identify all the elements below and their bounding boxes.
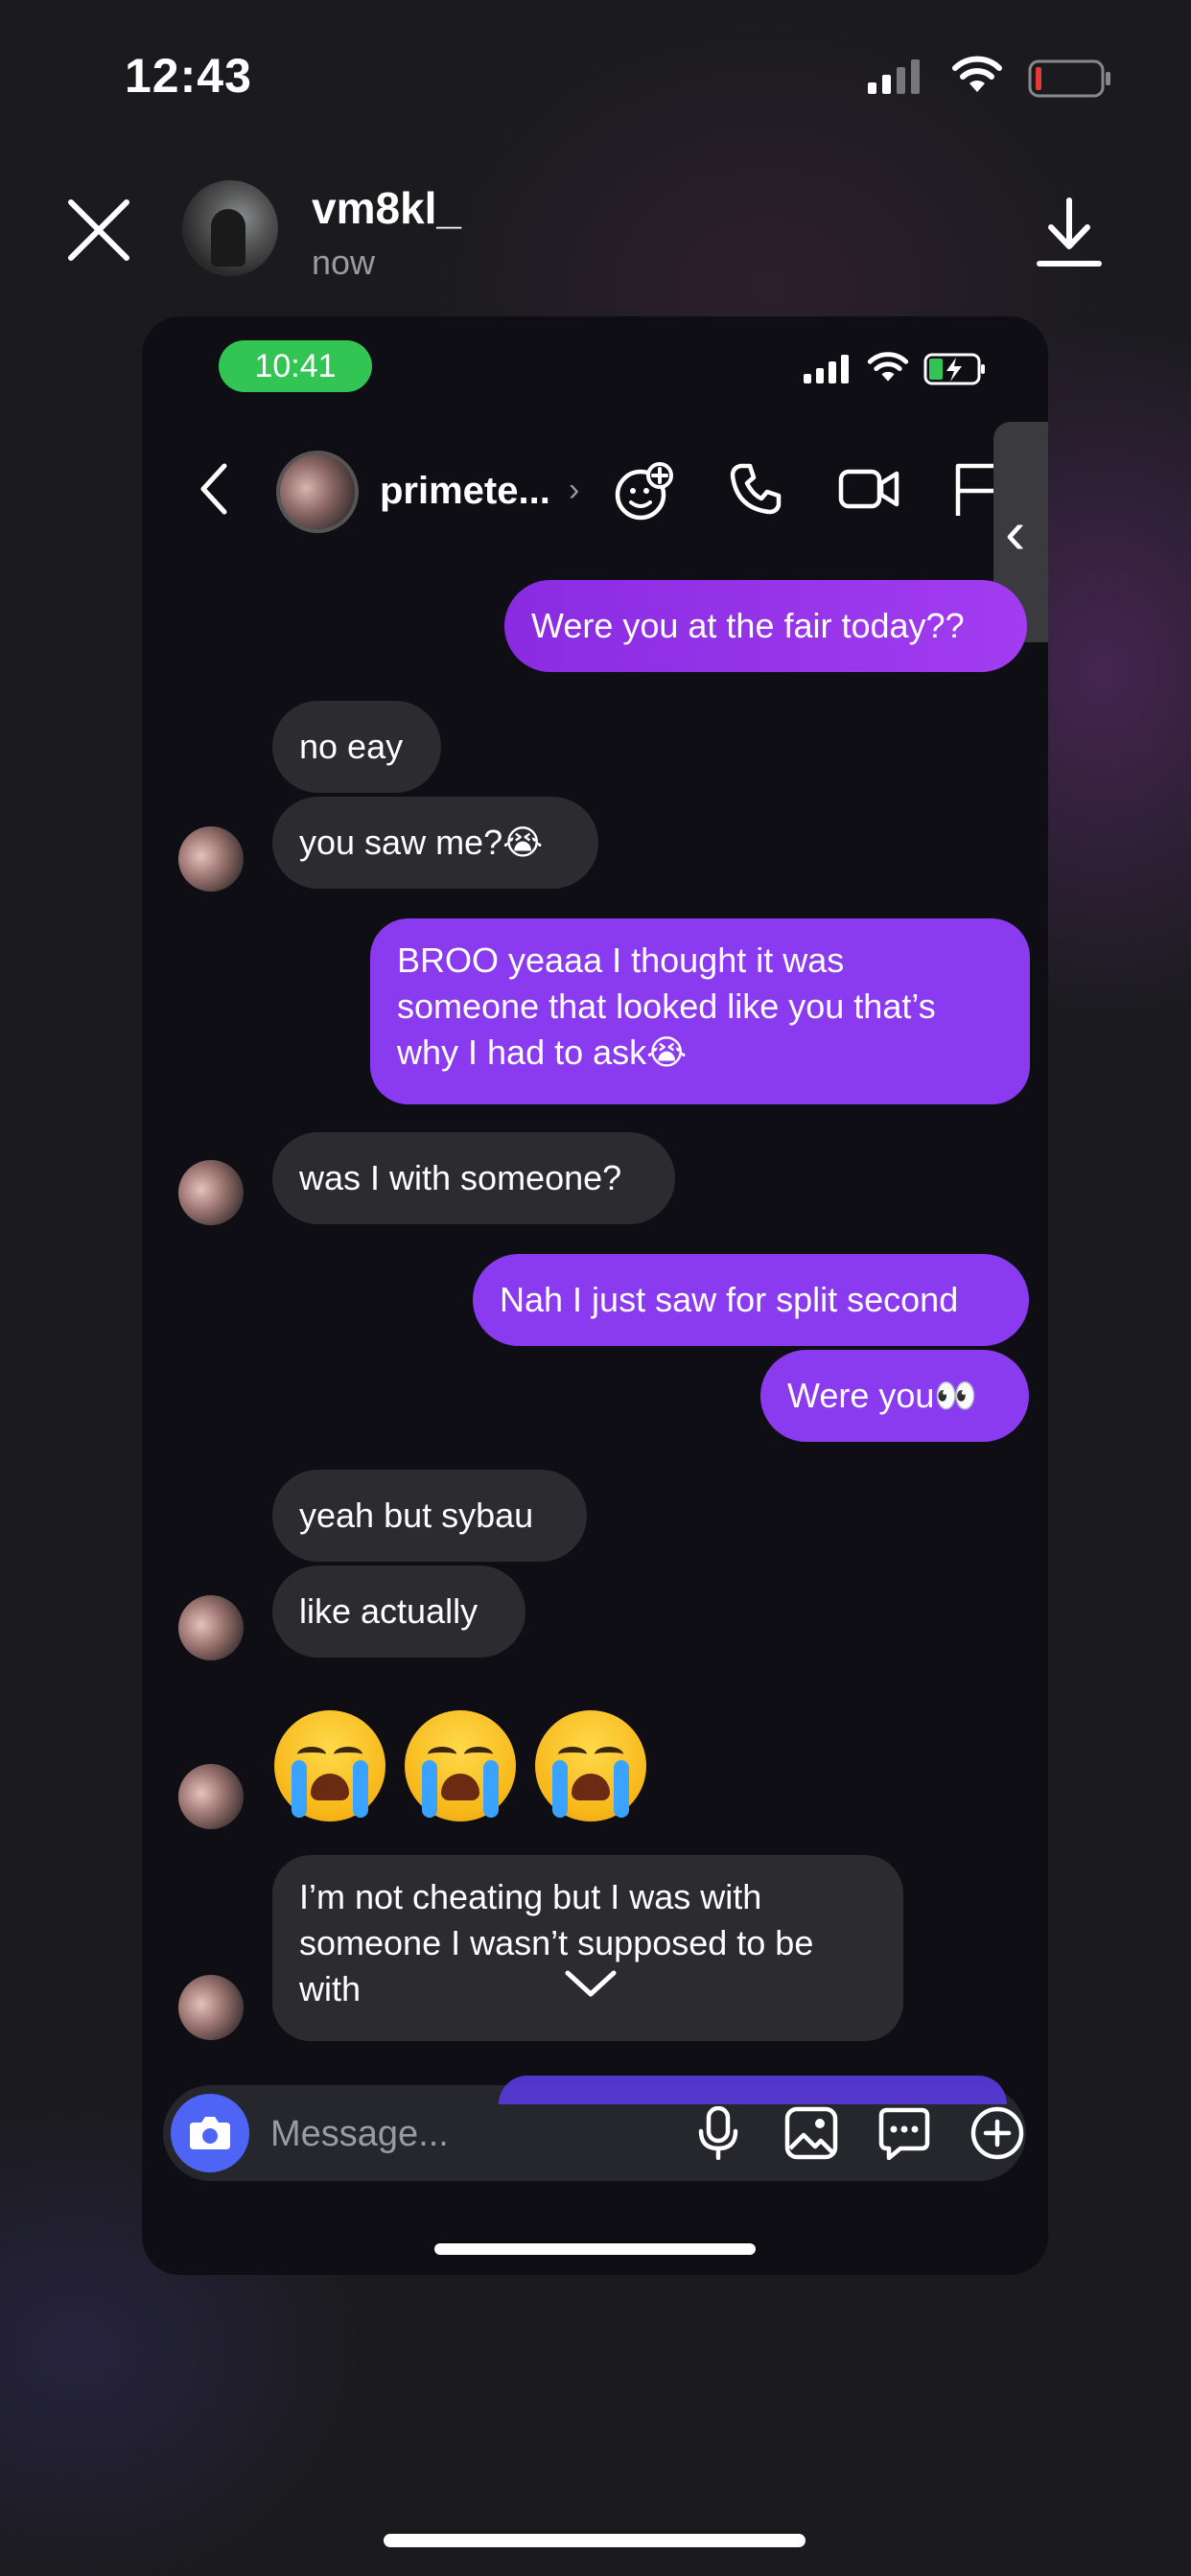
wifi-icon <box>952 56 1002 92</box>
status-bar: 12:43 <box>0 0 1191 153</box>
battery-icon <box>1028 59 1110 98</box>
chat-name[interactable]: primete... <box>380 470 550 513</box>
avatar <box>178 826 244 892</box>
message-line: someone I wasn’t supposed to be <box>299 1923 814 1962</box>
effects-icon[interactable] <box>612 460 675 523</box>
message-outgoing[interactable]: BROO yeaaa I thought it was someone that… <box>370 918 1030 1104</box>
message-incoming[interactable]: no eay <box>272 701 441 793</box>
scroll-down-icon[interactable] <box>562 1965 619 2000</box>
message-incoming[interactable]: like actually <box>272 1566 525 1658</box>
message-incoming[interactable]: yeah but sybau <box>272 1470 587 1562</box>
phone-icon[interactable] <box>727 460 784 518</box>
message-incoming[interactable]: was I with someone? <box>272 1132 675 1224</box>
message-incoming[interactable]: I’m not cheating but I was with someone … <box>272 1855 903 2041</box>
message-outgoing[interactable]: Were you👀 <box>760 1350 1029 1442</box>
message-line: I’m not cheating but I was with <box>299 1877 762 1916</box>
shared-screenshot: 10:41 primete... › ‹ Were you at the fai… <box>142 316 1048 2275</box>
chat-avatar[interactable] <box>276 451 359 533</box>
inner-status-time: 10:41 <box>219 340 372 392</box>
loudly-crying-face-icon <box>405 1710 516 1822</box>
camera-button[interactable] <box>171 2094 249 2172</box>
home-indicator <box>434 2243 756 2255</box>
signal-icon <box>804 355 849 383</box>
message-outgoing[interactable]: Nah I just saw for split second <box>473 1254 1029 1346</box>
avatar <box>178 1595 244 1660</box>
message-composer <box>163 2076 1026 2181</box>
wifi-icon <box>867 352 909 382</box>
back-icon[interactable] <box>196 462 230 516</box>
loudly-crying-face-icon <box>274 1710 385 1822</box>
message-outgoing[interactable]: Were you at the fair today?? <box>504 580 1027 672</box>
camera-icon <box>190 2117 230 2149</box>
video-icon[interactable] <box>837 460 900 518</box>
story-time: now <box>312 243 376 282</box>
message-line: someone that looked like you that’s <box>397 986 936 1026</box>
download-icon[interactable] <box>1036 197 1103 269</box>
avatar <box>178 1160 244 1225</box>
battery-charging-icon <box>923 353 985 385</box>
message-line: BROO yeaaa I thought it was <box>397 940 845 980</box>
plus-icon[interactable] <box>970 2106 1024 2160</box>
message-input[interactable] <box>269 2106 637 2162</box>
image-icon[interactable] <box>784 2106 838 2160</box>
status-time: 12:43 <box>125 49 252 103</box>
loudly-crying-face-icon <box>535 1710 646 1822</box>
sticker-icon[interactable] <box>877 2106 931 2160</box>
avatar[interactable] <box>182 180 278 276</box>
avatar <box>178 1975 244 2040</box>
chevron-right-icon: › <box>569 472 580 508</box>
chevron-left-icon: ‹ <box>1005 498 1026 567</box>
chat-header: primete... › <box>142 422 1048 556</box>
home-indicator <box>384 2534 806 2547</box>
story-username[interactable]: vm8kl_ <box>312 182 461 234</box>
message-line: why I had to ask😭 <box>397 1033 688 1072</box>
message-incoming[interactable]: you saw me?😭 <box>272 797 598 889</box>
avatar <box>178 1764 244 1829</box>
emoji-message[interactable] <box>274 1710 646 1825</box>
composer-highlight <box>499 2076 1007 2104</box>
mic-icon[interactable] <box>695 2106 741 2160</box>
close-icon[interactable] <box>65 197 132 264</box>
signal-icon <box>868 59 920 94</box>
